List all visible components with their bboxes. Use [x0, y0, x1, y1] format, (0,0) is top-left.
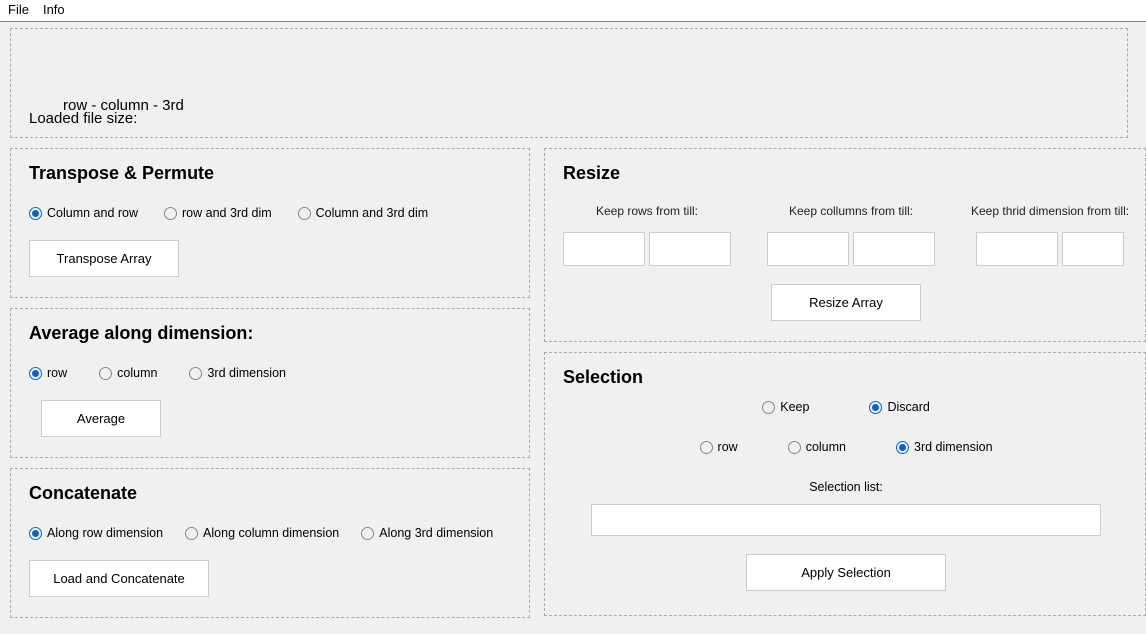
- radio-label: row: [718, 440, 738, 454]
- menu-info[interactable]: Info: [43, 2, 65, 17]
- radio-concat-3rd[interactable]: Along 3rd dimension: [361, 526, 493, 540]
- file-size-panel: row - column - 3rd Loaded file size:: [10, 28, 1128, 138]
- radio-sel-3rd[interactable]: 3rd dimension: [896, 440, 993, 454]
- rows-till-input[interactable]: [649, 232, 731, 266]
- radio-icon: [361, 527, 374, 540]
- radio-label: column: [117, 366, 157, 380]
- radio-concat-column[interactable]: Along column dimension: [185, 526, 339, 540]
- radio-label: column: [806, 440, 846, 454]
- transpose-title: Transpose & Permute: [29, 163, 513, 184]
- radio-icon: [189, 367, 202, 380]
- radio-icon: [185, 527, 198, 540]
- radio-icon: [29, 207, 42, 220]
- menu-file[interactable]: File: [8, 2, 29, 17]
- third-from-input[interactable]: [976, 232, 1058, 266]
- transpose-panel: Transpose & Permute Column and row row a…: [10, 148, 530, 298]
- radio-column-and-row[interactable]: Column and row: [29, 206, 138, 220]
- average-button[interactable]: Average: [41, 400, 161, 437]
- keep-third-label: Keep thrid dimension from till:: [971, 204, 1129, 218]
- resize-title: Resize: [563, 163, 1129, 184]
- radio-avg-column[interactable]: column: [99, 366, 157, 380]
- radio-label: Column and 3rd dim: [316, 206, 429, 220]
- radio-label: Keep: [780, 400, 809, 414]
- radio-icon: [29, 527, 42, 540]
- selection-list-input[interactable]: [591, 504, 1101, 536]
- radio-icon: [29, 367, 42, 380]
- menubar: File Info: [0, 0, 1146, 22]
- radio-icon: [762, 401, 775, 414]
- transpose-button[interactable]: Transpose Array: [29, 240, 179, 277]
- radio-sel-column[interactable]: column: [788, 440, 846, 454]
- cols-from-input[interactable]: [767, 232, 849, 266]
- radio-label: 3rd dimension: [207, 366, 286, 380]
- apply-selection-button[interactable]: Apply Selection: [746, 554, 946, 591]
- resize-button[interactable]: Resize Array: [771, 284, 921, 321]
- average-title: Average along dimension:: [29, 323, 513, 344]
- cols-till-input[interactable]: [853, 232, 935, 266]
- radio-sel-row[interactable]: row: [700, 440, 738, 454]
- radio-avg-row[interactable]: row: [29, 366, 67, 380]
- radio-label: Along column dimension: [203, 526, 339, 540]
- radio-label: row and 3rd dim: [182, 206, 272, 220]
- radio-label: Column and row: [47, 206, 138, 220]
- radio-row-and-3rd[interactable]: row and 3rd dim: [164, 206, 272, 220]
- selection-list-label: Selection list:: [563, 480, 1129, 494]
- concatenate-panel: Concatenate Along row dimension Along co…: [10, 468, 530, 618]
- average-panel: Average along dimension: row column 3rd …: [10, 308, 530, 458]
- radio-label: row: [47, 366, 67, 380]
- radio-concat-row[interactable]: Along row dimension: [29, 526, 163, 540]
- radio-icon: [298, 207, 311, 220]
- radio-column-and-3rd[interactable]: Column and 3rd dim: [298, 206, 429, 220]
- selection-panel: Selection Keep Discard row: [544, 352, 1146, 616]
- radio-keep[interactable]: Keep: [762, 400, 809, 414]
- radio-icon: [869, 401, 882, 414]
- radio-label: Along 3rd dimension: [379, 526, 493, 540]
- radio-icon: [99, 367, 112, 380]
- radio-icon: [164, 207, 177, 220]
- radio-label: 3rd dimension: [914, 440, 993, 454]
- keep-cols-label: Keep collumns from till:: [789, 204, 913, 218]
- radio-discard[interactable]: Discard: [869, 400, 929, 414]
- radio-icon: [788, 441, 801, 454]
- radio-avg-3rd[interactable]: 3rd dimension: [189, 366, 286, 380]
- concatenate-button[interactable]: Load and Concatenate: [29, 560, 209, 597]
- radio-icon: [896, 441, 909, 454]
- third-till-input[interactable]: [1062, 232, 1124, 266]
- keep-rows-label: Keep rows from till:: [596, 204, 698, 218]
- radio-label: Along row dimension: [47, 526, 163, 540]
- selection-title: Selection: [563, 367, 1129, 388]
- loaded-file-size-label: Loaded file size:: [29, 110, 137, 127]
- resize-panel: Resize Keep rows from till: Keep collumn…: [544, 148, 1146, 342]
- radio-icon: [700, 441, 713, 454]
- radio-label: Discard: [887, 400, 929, 414]
- rows-from-input[interactable]: [563, 232, 645, 266]
- concatenate-title: Concatenate: [29, 483, 513, 504]
